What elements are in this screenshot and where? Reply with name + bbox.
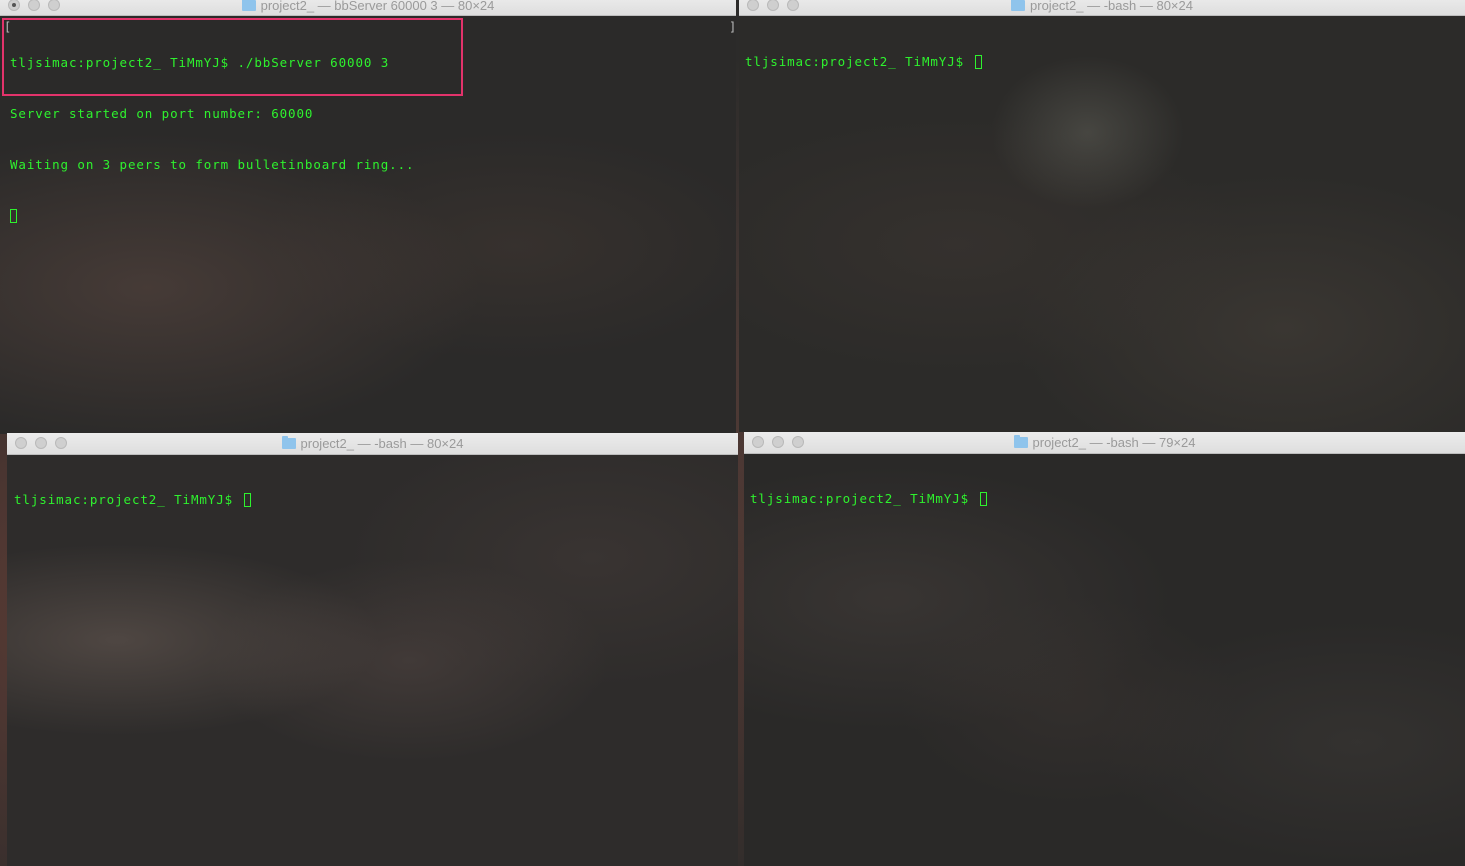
window-title-text: project2_ — -bash — 80×24 bbox=[1030, 0, 1193, 13]
window-title-text: project2_ — bbServer 60000 3 — 80×24 bbox=[260, 0, 495, 13]
selection-bracket-right: ] bbox=[729, 20, 736, 34]
terminal-window-top-left[interactable]: project2_ — bbServer 60000 3 — 80×24 tlj… bbox=[0, 0, 736, 434]
window-titlebar[interactable]: project2_ — -bash — 79×24 bbox=[744, 432, 1465, 454]
text-cursor bbox=[243, 493, 251, 507]
terminal-output[interactable]: tljsimac:project2_ TiMmYJ$ ./bbServer 60… bbox=[10, 20, 414, 258]
folder-icon bbox=[1013, 435, 1028, 448]
terminal-output[interactable]: tljsimac:project2_ TiMmYJ$ bbox=[745, 19, 982, 104]
window-title-text: project2_ — -bash — 80×24 bbox=[300, 436, 464, 451]
terminal-line: Server started on port number: 60000 bbox=[10, 106, 314, 121]
text-cursor bbox=[10, 209, 17, 223]
text-cursor bbox=[974, 55, 982, 69]
text-cursor bbox=[979, 492, 987, 506]
terminal-window-bottom-left[interactable]: project2_ — -bash — 80×24 tljsimac:proje… bbox=[7, 433, 738, 866]
window-title: project2_ — bbServer 60000 3 — 80×24 bbox=[0, 0, 736, 13]
window-title: project2_ — -bash — 80×24 bbox=[739, 0, 1465, 13]
shell-prompt: tljsimac:project2_ TiMmYJ$ bbox=[745, 54, 965, 69]
folder-icon bbox=[1011, 0, 1026, 11]
shell-prompt: tljsimac:project2_ TiMmYJ$ bbox=[14, 492, 234, 507]
window-title: project2_ — -bash — 79×24 bbox=[744, 435, 1465, 450]
window-titlebar[interactable]: project2_ — -bash — 80×24 bbox=[7, 433, 738, 455]
folder-icon bbox=[241, 0, 256, 11]
terminal-line: Waiting on 3 peers to form bulletinboard… bbox=[10, 157, 415, 172]
window-title: project2_ — -bash — 80×24 bbox=[7, 436, 738, 451]
terminal-output[interactable]: tljsimac:project2_ TiMmYJ$ bbox=[14, 457, 251, 542]
window-titlebar[interactable]: project2_ — bbServer 60000 3 — 80×24 bbox=[0, 0, 736, 16]
selection-bracket-left: [ bbox=[4, 20, 12, 34]
window-title-text: project2_ — -bash — 79×24 bbox=[1032, 435, 1196, 450]
terminal-window-bottom-right[interactable]: project2_ — -bash — 79×24 tljsimac:proje… bbox=[744, 432, 1465, 866]
folder-icon bbox=[281, 436, 296, 449]
shell-prompt: tljsimac:project2_ TiMmYJ$ bbox=[750, 491, 970, 506]
terminal-line: tljsimac:project2_ TiMmYJ$ ./bbServer 60… bbox=[10, 55, 390, 70]
terminal-output[interactable]: tljsimac:project2_ TiMmYJ$ bbox=[750, 456, 987, 541]
window-titlebar[interactable]: project2_ — -bash — 80×24 bbox=[739, 0, 1465, 16]
terminal-window-top-right[interactable]: project2_ — -bash — 80×24 tljsimac:proje… bbox=[739, 0, 1465, 432]
